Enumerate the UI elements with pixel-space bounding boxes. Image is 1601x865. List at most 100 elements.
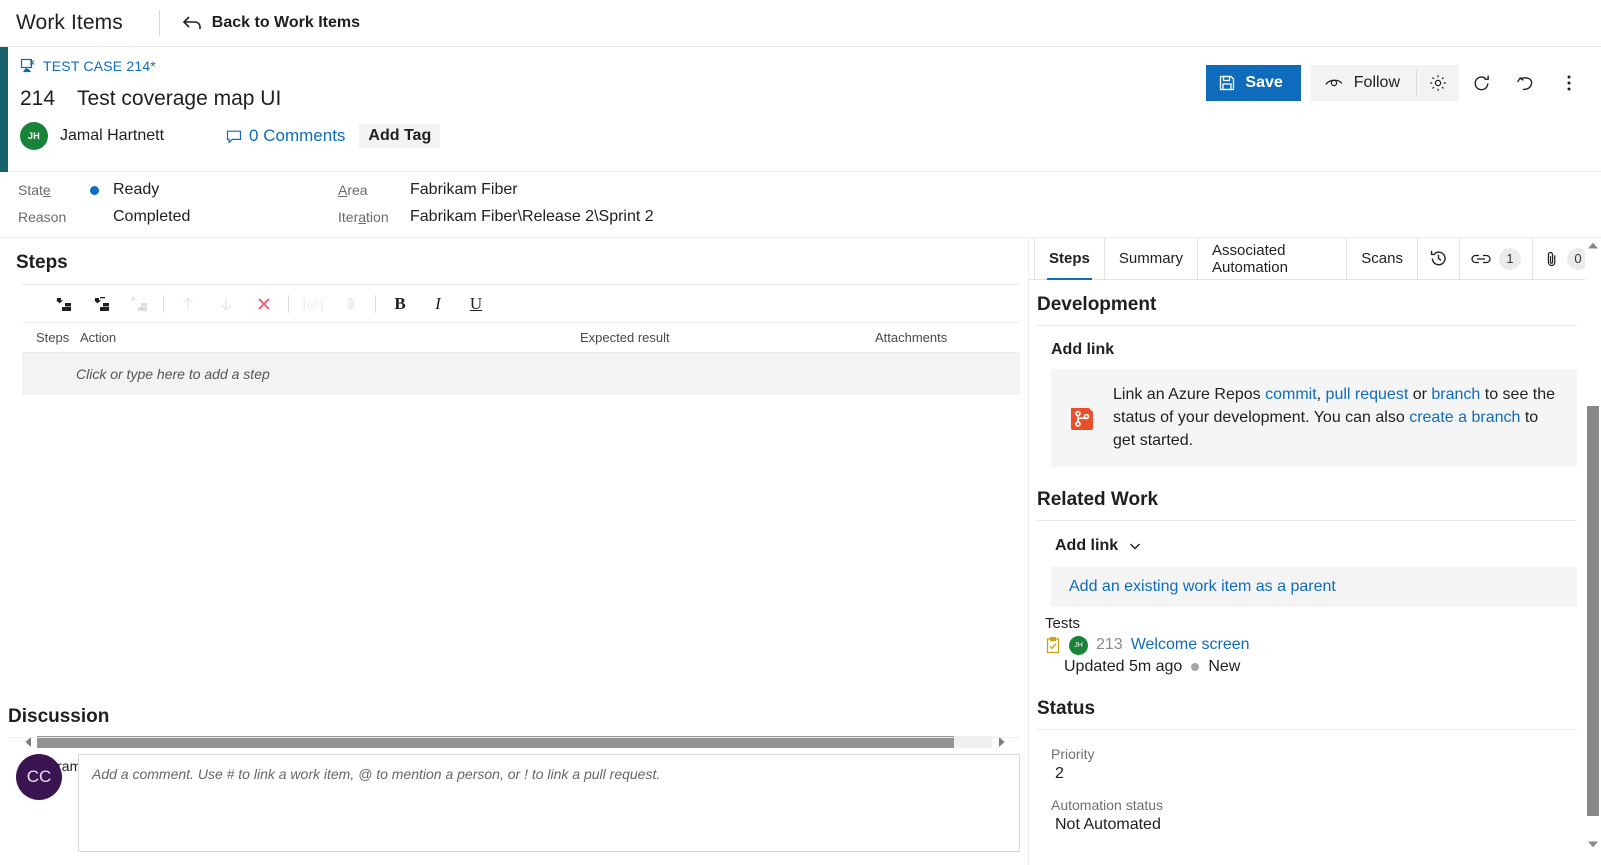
insert-step-icon[interactable] [44, 289, 82, 319]
work-item-title[interactable]: Test coverage map UI [77, 87, 281, 111]
history-icon [1429, 249, 1448, 268]
status-field-value-priority[interactable]: 2 [1037, 765, 1577, 791]
save-button[interactable]: Save [1206, 65, 1301, 101]
fields-column-left: State Ready Reason Completed [18, 181, 338, 225]
related-work-add-link-button[interactable]: Add link [1037, 531, 1577, 567]
follow-button-label: Follow [1353, 74, 1400, 91]
italic-icon[interactable]: I [419, 289, 457, 319]
save-disk-icon [1219, 75, 1235, 91]
development-add-link-label[interactable]: Add link [1037, 336, 1577, 369]
add-parent-row[interactable]: Add an existing work item as a parent [1051, 566, 1577, 607]
scrollbar-thumb[interactable] [1587, 406, 1599, 816]
divider [1037, 519, 1577, 521]
save-button-label: Save [1245, 74, 1283, 91]
column-header-action: Action [80, 330, 117, 345]
tab-links[interactable]: 1 [1460, 238, 1533, 279]
scroll-down-arrow-icon[interactable] [1585, 836, 1601, 852]
move-down-icon [207, 289, 245, 319]
dev-link-create-branch[interactable]: create a branch [1409, 409, 1520, 426]
scroll-up-arrow-icon[interactable] [1585, 238, 1601, 254]
tab-steps[interactable]: Steps [1034, 238, 1105, 280]
back-to-work-items-link[interactable]: Back to Work Items [182, 14, 360, 32]
underline-label: U [469, 293, 483, 313]
bold-label: B [394, 293, 406, 313]
details-pane: Steps Summary Associated Automation Scan… [1028, 238, 1601, 865]
work-item-toolbar: Save Follow [1206, 65, 1591, 101]
dev-link-commit[interactable]: commit [1265, 386, 1317, 403]
divider [163, 294, 164, 313]
settings-button[interactable] [1417, 65, 1459, 101]
comments-link[interactable]: 0 Comments [226, 126, 345, 146]
bold-icon[interactable]: B [381, 289, 419, 319]
column-header-steps: Steps [36, 330, 70, 345]
tab-associated-automation[interactable]: Associated Automation [1198, 238, 1348, 279]
avatar[interactable]: JH [20, 122, 48, 150]
insert-shared-step-icon[interactable] [82, 289, 120, 319]
undo-icon [1516, 74, 1535, 93]
back-arrow-icon [182, 14, 202, 32]
development-empty-card: Link an Azure Repos commit, pull request… [1051, 369, 1577, 467]
details-vertical-scrollbar[interactable] [1585, 238, 1601, 865]
field-label-area: Area [338, 182, 368, 198]
underline-icon[interactable]: U [457, 289, 495, 319]
tab-associated-automation-label: Associated Automation [1212, 241, 1288, 276]
dev-link-pull-request[interactable]: pull request [1326, 386, 1409, 403]
status-field-label-priority: Priority [1051, 745, 1095, 762]
discussion-section: Discussion CC Add a comment. Use # to li… [0, 706, 1028, 865]
field-iteration[interactable]: Iteration Fabrikam Fiber\Release 2\Sprin… [338, 208, 654, 226]
details-tab-bar: Steps Summary Associated Automation Scan… [1029, 238, 1601, 280]
field-area[interactable]: Area Fabrikam Fiber [338, 181, 654, 199]
back-link-label: Back to Work Items [211, 14, 360, 31]
attach-file-icon [332, 289, 370, 319]
avatar: JH [1069, 635, 1088, 655]
related-work-add-link-label: Add link [1055, 536, 1119, 554]
state-dot [90, 185, 99, 195]
related-work-item-state: New [1208, 657, 1241, 675]
link-icon [1471, 253, 1491, 265]
related-work-heading: Related Work [1037, 488, 1159, 510]
more-options-button[interactable] [1547, 65, 1591, 101]
add-tag-button[interactable]: Add Tag [359, 124, 441, 148]
field-value-reason: Completed [113, 208, 191, 225]
tab-summary[interactable]: Summary [1105, 238, 1199, 279]
insert-parameter-icon [120, 289, 158, 319]
delete-step-icon[interactable] [245, 289, 283, 319]
dev-link-branch[interactable]: branch [1431, 386, 1480, 403]
discussion-input-row: CC Add a comment. Use # to link a work i… [8, 738, 1020, 865]
mention-icon: [@] [294, 289, 332, 319]
work-item-body: Steps [@] B I U Steps Action Expected re… [0, 238, 1601, 865]
tab-scans[interactable]: Scans [1347, 238, 1418, 279]
status-field-value-automation-status[interactable]: Not Automated [1037, 816, 1577, 842]
field-reason[interactable]: Reason Completed [18, 208, 338, 226]
page-title: Work Items [16, 11, 123, 34]
related-work-item-meta: Updated 5m ago New [1037, 655, 1577, 676]
assigned-to-label[interactable]: Jamal Hartnett [60, 127, 164, 145]
field-state[interactable]: State Ready [18, 181, 338, 199]
field-label-state: State [18, 182, 51, 198]
tab-history[interactable] [1418, 238, 1460, 279]
status-heading: Status [1037, 697, 1096, 719]
follow-button[interactable]: Follow [1311, 65, 1416, 101]
field-value-state: Ready [113, 181, 160, 198]
work-item-id: 214 [20, 87, 56, 110]
comment-placeholder: Add a comment. Use # to link a work item… [92, 766, 661, 782]
related-work-item-title[interactable]: Welcome screen [1131, 636, 1250, 654]
breadcrumb-label: TEST CASE 214* [43, 58, 157, 74]
comment-input[interactable]: Add a comment. Use # to link a work item… [78, 754, 1020, 852]
dev-text-1: Link an Azure Repos [1113, 386, 1266, 403]
related-work-item[interactable]: JH 213 Welcome screen [1037, 635, 1577, 655]
column-header-expected-result: Expected result [580, 330, 670, 345]
work-item-page: Work Items Back to Work Items TEST CASE … [0, 0, 1601, 865]
related-work-group-label: Tests [1045, 614, 1081, 632]
work-item-type-accent-bar [0, 47, 8, 172]
add-parent-link: Add an existing work item as a parent [1069, 577, 1336, 595]
state-dot [1191, 662, 1200, 671]
details-content: Development Add link Link an Azure Repos… [1029, 280, 1601, 842]
refresh-button[interactable] [1459, 65, 1503, 101]
avatar[interactable]: CC [16, 754, 62, 800]
test-case-clipboard-icon [1045, 636, 1061, 654]
comment-bubble-icon [226, 129, 242, 144]
undo-button[interactable] [1503, 65, 1547, 101]
steps-grid-placeholder-row[interactable]: Click or type here to add a step [22, 353, 1020, 395]
dev-text-2: , [1316, 386, 1326, 403]
